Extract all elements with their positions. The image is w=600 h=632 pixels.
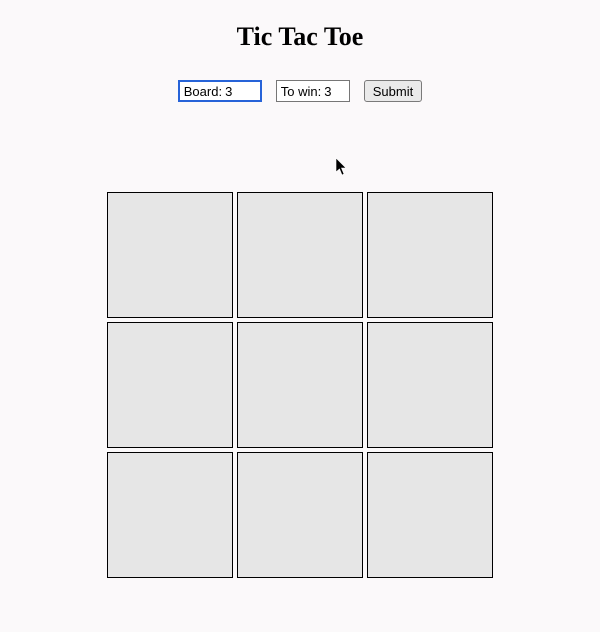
- board-size-value: 3: [225, 84, 247, 99]
- cell-0-2[interactable]: [367, 192, 493, 318]
- cell-1-0[interactable]: [107, 322, 233, 448]
- cell-1-1[interactable]: [237, 322, 363, 448]
- page-title: Tic Tac Toe: [237, 22, 364, 52]
- board-size-input[interactable]: Board: 3: [178, 80, 262, 102]
- cell-0-0[interactable]: [107, 192, 233, 318]
- cell-1-2[interactable]: [367, 322, 493, 448]
- cursor-icon: [335, 158, 349, 176]
- cell-2-2[interactable]: [367, 452, 493, 578]
- to-win-input[interactable]: To win: 3: [276, 80, 350, 102]
- to-win-value: 3: [324, 84, 346, 99]
- cell-0-1[interactable]: [237, 192, 363, 318]
- cell-2-1[interactable]: [237, 452, 363, 578]
- board-size-label: Board:: [184, 84, 222, 99]
- submit-button[interactable]: Submit: [364, 80, 422, 102]
- to-win-label: To win:: [281, 84, 321, 99]
- cell-2-0[interactable]: [107, 452, 233, 578]
- controls-row: Board: 3 To win: 3 Submit: [178, 80, 422, 102]
- game-board: [107, 192, 493, 578]
